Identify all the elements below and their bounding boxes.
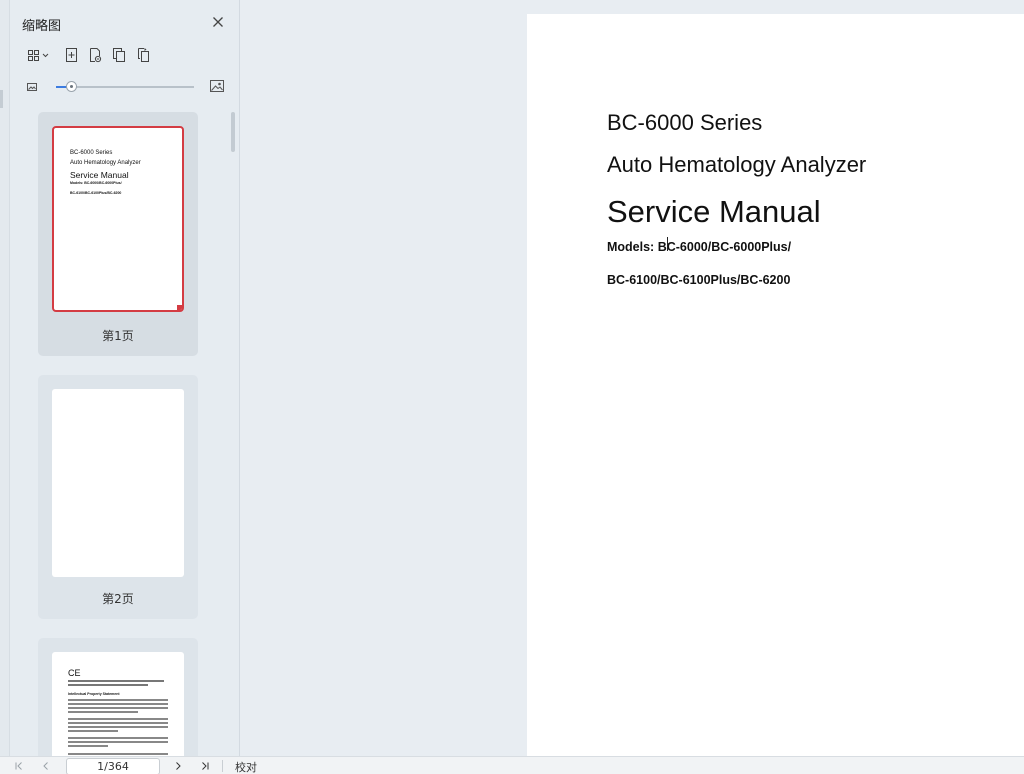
rail-handle[interactable] xyxy=(0,90,3,108)
last-page-icon xyxy=(202,762,209,770)
status-bar: 1/364 校对 xyxy=(0,756,1024,774)
page-number-input[interactable]: 1/364 xyxy=(66,758,160,774)
panel-title: 缩略图 xyxy=(22,19,62,34)
image-large-icon[interactable] xyxy=(208,77,226,95)
close-panel-button[interactable] xyxy=(210,14,226,30)
replace-page-button[interactable] xyxy=(134,45,152,65)
page-preview: BC-6000 Series Auto Hematology Analyzer … xyxy=(52,126,184,312)
grid-view-icon xyxy=(28,50,39,61)
extract-page-icon xyxy=(90,48,102,63)
view-mode-button[interactable] xyxy=(26,45,52,65)
status-divider xyxy=(222,760,223,772)
doc-title: Service Manual xyxy=(607,194,821,229)
thumbnail-page-2[interactable]: 第2页 xyxy=(38,375,198,619)
thumb-text: Service Manual xyxy=(70,170,129,180)
doc-product: Auto Hematology Analyzer xyxy=(607,152,867,177)
close-icon xyxy=(213,17,223,27)
thumb-heading: Intellectual Property Statement xyxy=(68,692,120,696)
document-page: BC-6000 Series Auto Hematology Analyzer … xyxy=(527,14,1024,756)
page-preview xyxy=(52,389,184,577)
proofread-button[interactable]: 校对 xyxy=(235,759,257,774)
zoom-slider-handle[interactable] xyxy=(66,81,77,92)
page-preview: CE Intellectual Property Statement xyxy=(52,652,184,756)
thumbnail-scrollbar[interactable] xyxy=(231,112,235,152)
document-view[interactable]: BC-6000 Series Auto Hematology Analyzer … xyxy=(240,0,1024,756)
image-small-icon[interactable] xyxy=(24,79,40,95)
extract-page-button[interactable] xyxy=(86,45,104,65)
text-cursor xyxy=(667,237,668,251)
thumbnail-zoom xyxy=(24,78,230,96)
thumb-text: Auto Hematology Analyzer xyxy=(70,160,141,166)
insert-page-button[interactable] xyxy=(62,45,80,65)
first-page-button[interactable] xyxy=(12,759,26,773)
doc-models-line2: BC-6100/BC-6100Plus/BC-6200 xyxy=(607,273,791,287)
copy-page-icon xyxy=(113,48,125,62)
selection-corner xyxy=(177,305,182,310)
left-rail xyxy=(0,0,10,756)
next-page-button[interactable] xyxy=(171,759,185,773)
thumb-text: Models: BC-6000/BC-6000Plus/ xyxy=(70,181,122,185)
thumbnail-label: 第2页 xyxy=(102,592,134,606)
replace-page-icon xyxy=(138,48,149,62)
thumbnail-label: 第1页 xyxy=(102,329,134,343)
thumbnail-page-3[interactable]: CE Intellectual Property Statement xyxy=(38,638,198,756)
thumbnail-list: BC-6000 Series Auto Hematology Analyzer … xyxy=(38,112,198,756)
insert-page-icon xyxy=(66,48,77,62)
chevron-down-icon xyxy=(42,53,49,58)
doc-models-line1: Models: BC-6000/BC-6000Plus/ xyxy=(607,240,792,254)
ce-mark: CE xyxy=(68,668,81,678)
copy-page-button[interactable] xyxy=(110,45,128,65)
doc-series: BC-6000 Series xyxy=(607,110,763,135)
thumb-text: BC-6100/BC-6100Plus/BC-6200 xyxy=(70,191,122,195)
chevron-right-icon xyxy=(176,762,181,770)
chevron-left-icon xyxy=(43,762,48,770)
thumb-text: BC-6000 Series xyxy=(70,150,113,156)
thumbnail-panel: 缩略图 BC-6000 Series Auto Hematology Analy… xyxy=(10,0,240,756)
first-page-icon xyxy=(15,762,22,770)
thumbnail-page-1[interactable]: BC-6000 Series Auto Hematology Analyzer … xyxy=(38,112,198,356)
last-page-button[interactable] xyxy=(198,759,212,773)
prev-page-button[interactable] xyxy=(39,759,53,773)
